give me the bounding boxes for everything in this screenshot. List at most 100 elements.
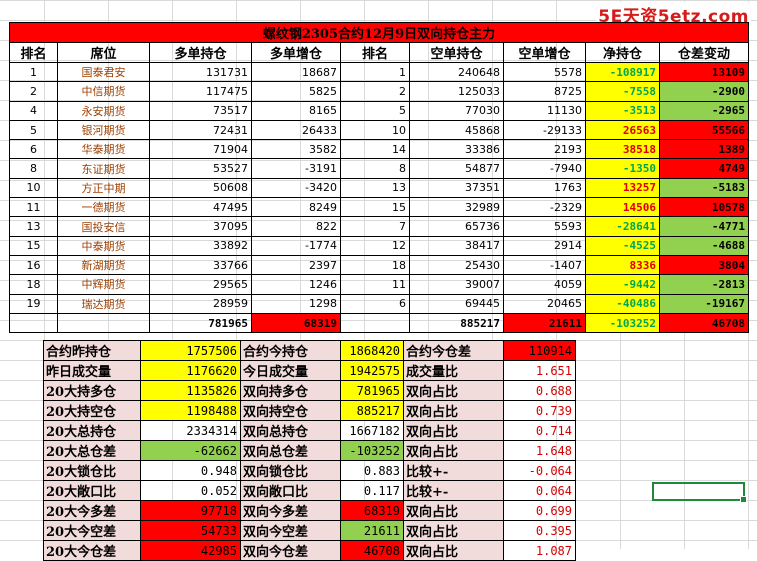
summary-value: 0.714 [503, 420, 576, 441]
table-row: 8 东证期货 53527 -3191 8 54877 -7940 -1350 4749 [9, 158, 749, 179]
summary-value: 0.052 [140, 480, 241, 501]
summary-value: 68319 [340, 500, 404, 521]
summary-label: 双向今空差 [240, 520, 341, 541]
long-position-cell: 131731 [149, 61, 252, 83]
summary-value: 0.883 [340, 460, 404, 481]
summary-label: 双向占比 [403, 540, 504, 561]
short-position-cell: 39007 [409, 274, 504, 295]
table-title: 螺纹钢2305合约12月9日双向持仓主力 [9, 22, 749, 43]
summary-value: 21611 [340, 520, 404, 541]
short-rank-cell: 10 [340, 119, 410, 141]
summary-value: 0.948 [140, 460, 241, 481]
short-rank-cell: 12 [340, 235, 410, 256]
summary-label: 20大锁仓比 [43, 460, 141, 481]
long-change-cell: 18687 [251, 61, 341, 83]
summary-table: 合约昨持仓 1757506 合约今持仓 1868420 合约今仓差 110914 昨日成交量… [43, 340, 576, 561]
long-change-cell: 26433 [251, 119, 341, 141]
long-position-cell: 47495 [149, 197, 252, 218]
short-change-cell: -1407 [503, 254, 586, 276]
rank-cell: 10 [9, 177, 58, 199]
table-row: 4 永安期货 73517 8165 5 77030 11130 -3513 -2965 [9, 100, 749, 121]
position-diff-cell: -5183 [659, 177, 749, 199]
broker-name-cell: 一德期货 [57, 197, 150, 218]
long-change-cell: 2397 [251, 254, 341, 276]
short-position-cell: 25430 [409, 254, 504, 276]
long-position-cell: 72431 [149, 119, 252, 141]
short-position-cell: 125033 [409, 81, 504, 102]
summary-label: 20大总持仓 [43, 420, 141, 441]
totals-row: 781965 68319 885217 21611 -103252 46708 [9, 312, 749, 334]
net-position-cell: -7558 [585, 81, 660, 102]
summary-row: 20大今空差 54733 双向今空差 21611 双向占比 0.395 [43, 520, 576, 541]
column-header: 席位 [57, 42, 150, 63]
rank-cell: 2 [9, 81, 58, 102]
table-row: 18 中辉期货 29565 1246 11 39007 4059 -9442 -2813 [9, 274, 749, 295]
summary-label: 双向持多仓 [240, 380, 341, 401]
broker-name-cell: 国投安信 [57, 216, 150, 237]
summary-value: 0.395 [503, 520, 576, 541]
rank-cell: 5 [9, 119, 58, 141]
empty-cell [57, 312, 150, 334]
short-change-cell: 20465 [503, 293, 586, 314]
summary-label: 20大今多差 [43, 500, 141, 521]
net-position-cell: -3513 [585, 100, 660, 121]
short-position-cell: 54877 [409, 158, 504, 179]
summary-label: 20大总仓差 [43, 440, 141, 461]
summary-value: 1757506 [140, 340, 241, 361]
summary-value: 1667182 [340, 420, 404, 441]
rank-cell: 15 [9, 235, 58, 256]
long-position-cell: 33892 [149, 235, 252, 256]
rank-cell: 11 [9, 197, 58, 218]
total-net-cell: -103252 [585, 312, 660, 334]
short-change-cell: -7940 [503, 158, 586, 179]
position-diff-cell: -4771 [659, 216, 749, 237]
broker-name-cell: 东证期货 [57, 158, 150, 179]
summary-value: 1.087 [503, 540, 576, 561]
summary-value: 46708 [340, 540, 404, 561]
position-diff-cell: -4688 [659, 235, 749, 256]
short-change-cell: 8725 [503, 81, 586, 102]
long-position-cell: 33766 [149, 254, 252, 276]
table-row: 13 国投安信 37095 822 7 65736 5593 -28641 -4771 [9, 216, 749, 237]
selected-cell[interactable] [652, 482, 747, 503]
broker-name-cell: 中泰期货 [57, 235, 150, 256]
table-row: 2 中信期货 117475 5825 2 125033 8725 -7558 -2900 [9, 81, 749, 102]
column-header: 排名 [9, 42, 58, 63]
broker-name-cell: 华泰期货 [57, 139, 150, 160]
short-rank-cell: 5 [340, 100, 410, 121]
short-position-cell: 33386 [409, 139, 504, 160]
position-diff-cell: -2965 [659, 100, 749, 121]
summary-value: 1942575 [340, 360, 404, 381]
position-diff-cell: 3804 [659, 254, 749, 276]
long-change-cell: 5825 [251, 81, 341, 102]
long-change-cell: 1246 [251, 274, 341, 295]
table-row: 19 瑞达期货 28959 1298 6 69445 20465 -40486 -19167 [9, 293, 749, 314]
short-position-cell: 69445 [409, 293, 504, 314]
column-header: 净持仓 [585, 42, 660, 63]
broker-name-cell: 国泰君安 [57, 61, 150, 83]
table-row: 16 新湖期货 33766 2397 18 25430 -1407 8336 3804 [9, 254, 749, 276]
broker-name-cell: 新湖期货 [57, 254, 150, 276]
short-rank-cell: 14 [340, 139, 410, 160]
net-position-cell: -4525 [585, 235, 660, 256]
summary-label: 双向今多差 [240, 500, 341, 521]
summary-label: 比较+- [403, 460, 504, 481]
summary-row: 昨日成交量 1176620 今日成交量 1942575 成交量比 1.651 [43, 360, 576, 381]
long-change-cell: 3582 [251, 139, 341, 160]
short-change-cell: 11130 [503, 100, 586, 121]
summary-label: 双向今仓差 [240, 540, 341, 561]
rank-cell: 19 [9, 293, 58, 314]
rank-cell: 8 [9, 158, 58, 179]
short-rank-cell: 15 [340, 197, 410, 218]
table-row: 10 方正中期 50608 -3420 13 37351 1763 13257 -5183 [9, 177, 749, 199]
short-position-cell: 38417 [409, 235, 504, 256]
position-diff-cell: 1389 [659, 139, 749, 160]
empty-cell [9, 312, 58, 334]
long-position-cell: 117475 [149, 81, 252, 102]
summary-row: 20大敞口比 0.052 双向敞口比 0.117 比较+- 0.064 [43, 480, 576, 501]
net-position-cell: -108917 [585, 61, 660, 83]
table-row: 5 银河期货 72431 26433 10 45868 -29133 26563 55566 [9, 119, 749, 141]
positions-table: 螺纹钢2305合约12月9日双向持仓主力 排名 席位 多单持仓 多单增仓 排名 空单持仓空… [9, 22, 749, 334]
long-change-cell: 8165 [251, 100, 341, 121]
summary-label: 合约今持仓 [240, 340, 341, 361]
